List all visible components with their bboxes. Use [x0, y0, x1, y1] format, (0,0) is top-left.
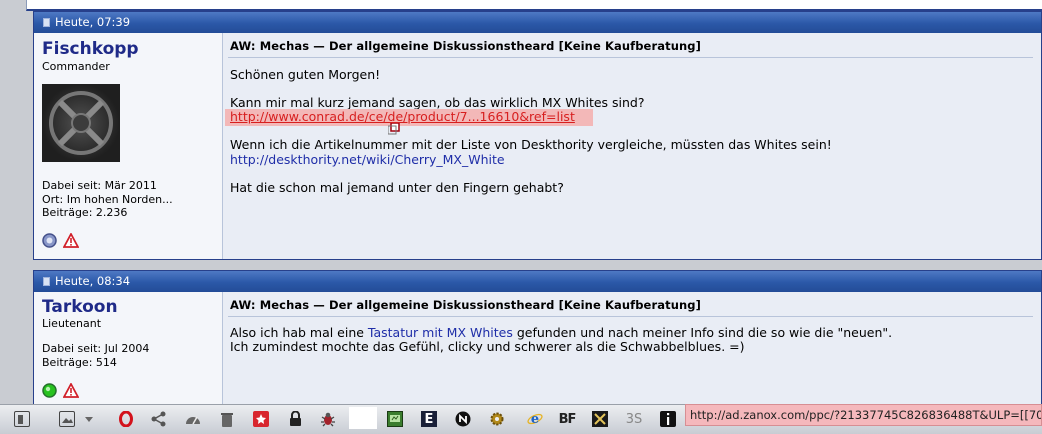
puzzle-icon[interactable]	[592, 411, 608, 427]
image-icon[interactable]	[59, 411, 75, 427]
speed-dial-icon[interactable]	[185, 411, 201, 427]
user-joined: Dabei seit: Mär 2011	[42, 179, 157, 192]
tastatur-link[interactable]: Tastatur mit MX Whites	[368, 325, 513, 340]
report-post-icon[interactable]	[63, 383, 79, 398]
username[interactable]: Tarkoon	[42, 297, 118, 317]
post-date: Heute, 07:39	[55, 15, 131, 29]
svg-text:e: e	[531, 412, 539, 427]
online-status-icon[interactable]	[42, 383, 57, 398]
post-text-segment: Also ich hab mal eine	[230, 325, 368, 340]
trash-icon[interactable]	[219, 411, 235, 427]
user-posts: Beiträge: 2.236	[42, 206, 128, 219]
user-action-icons	[42, 233, 79, 248]
post-content: AW: Mechas — Der allgemeine Diskussionst…	[223, 292, 1041, 409]
letter-bf-icon[interactable]: BF	[558, 411, 577, 427]
title-divider	[228, 316, 1033, 317]
monitor-icon[interactable]	[387, 411, 403, 427]
post-icon	[43, 277, 50, 286]
bug-icon[interactable]	[320, 411, 336, 427]
gear-icon[interactable]	[489, 411, 505, 427]
previous-post-footer	[26, 0, 1042, 11]
ie-icon[interactable]: e	[527, 411, 543, 427]
user-location: Ort: Im hohen Norden...	[42, 192, 173, 206]
post-title: AW: Mechas — Der allgemeine Diskussionst…	[230, 39, 701, 53]
title-divider	[228, 57, 1033, 58]
post-title: AW: Mechas — Der allgemeine Diskussionst…	[230, 298, 701, 312]
post-header: Heute, 08:34	[34, 271, 1041, 292]
deskthority-wiki-link[interactable]: http://deskthority.net/wiki/Cherry_MX_Wh…	[230, 152, 505, 167]
letter-n-icon[interactable]	[455, 411, 471, 427]
dropdown-arrow-icon[interactable]	[84, 411, 94, 427]
opera-icon[interactable]	[118, 411, 134, 427]
post-date: Heute, 08:34	[55, 274, 131, 288]
conrad-product-link[interactable]: http://www.conrad.de/ce/de/product/7...1…	[230, 109, 575, 124]
post-text: Ich zumindest mochte das Gefühl, clicky …	[230, 339, 745, 354]
post-text: Hat die schon mal jemand unter den Finge…	[230, 180, 564, 195]
user-rank: Commander	[42, 60, 110, 73]
avatar	[42, 84, 120, 162]
user-info: Tarkoon Lieutenant Dabei seit: Jul 2004 …	[34, 292, 223, 409]
star-badge-icon[interactable]	[253, 411, 269, 427]
cursor-icon	[388, 123, 400, 135]
info-icon[interactable]	[660, 411, 676, 427]
separator	[349, 407, 377, 429]
post-text: Schönen guten Morgen!	[230, 67, 381, 82]
user-rank: Lieutenant	[42, 317, 102, 330]
sidebar-icon[interactable]	[14, 411, 30, 427]
post-text-segment: gefunden und nach meiner Info sind die s…	[512, 325, 893, 340]
post-text: Also ich hab mal eine Tastatur mit MX Wh…	[230, 325, 892, 340]
user-action-icons	[42, 383, 79, 398]
online-status-icon[interactable]	[42, 233, 57, 248]
user-stats: Dabei seit: Mär 2011 Ort: Im hohen Norde…	[42, 179, 173, 220]
user-info: Fischkopp Commander Dabei seit: Mär 2011…	[34, 33, 223, 259]
avatar-image	[49, 91, 113, 155]
report-post-icon[interactable]	[63, 233, 79, 248]
username[interactable]: Fischkopp	[42, 39, 139, 59]
lock-icon[interactable]	[287, 411, 303, 427]
3s-icon[interactable]: 3S	[625, 411, 643, 427]
post: Heute, 08:34 Tarkoon Lieutenant Dabei se…	[33, 270, 1042, 410]
share-icon[interactable]	[151, 411, 167, 427]
post-header: Heute, 07:39	[34, 12, 1041, 33]
post-icon	[43, 18, 50, 27]
post: Heute, 07:39 Fischkopp Commander Dabei s…	[33, 11, 1042, 260]
user-posts: Beiträge: 514	[42, 355, 117, 369]
post-text: Wenn ich die Artikelnummer mit der Liste…	[230, 137, 832, 152]
post-text: Kann mir mal kurz jemand sagen, ob das w…	[230, 95, 645, 110]
status-url: http://ad.zanox.com/ppc/?21337745C826836…	[685, 404, 1042, 426]
post-content: AW: Mechas — Der allgemeine Diskussionst…	[223, 33, 1041, 259]
user-stats: Dabei seit: Jul 2004 Beiträge: 514	[42, 342, 149, 369]
user-joined: Dabei seit: Jul 2004	[42, 342, 150, 355]
letter-e-icon[interactable]: E	[421, 411, 437, 427]
